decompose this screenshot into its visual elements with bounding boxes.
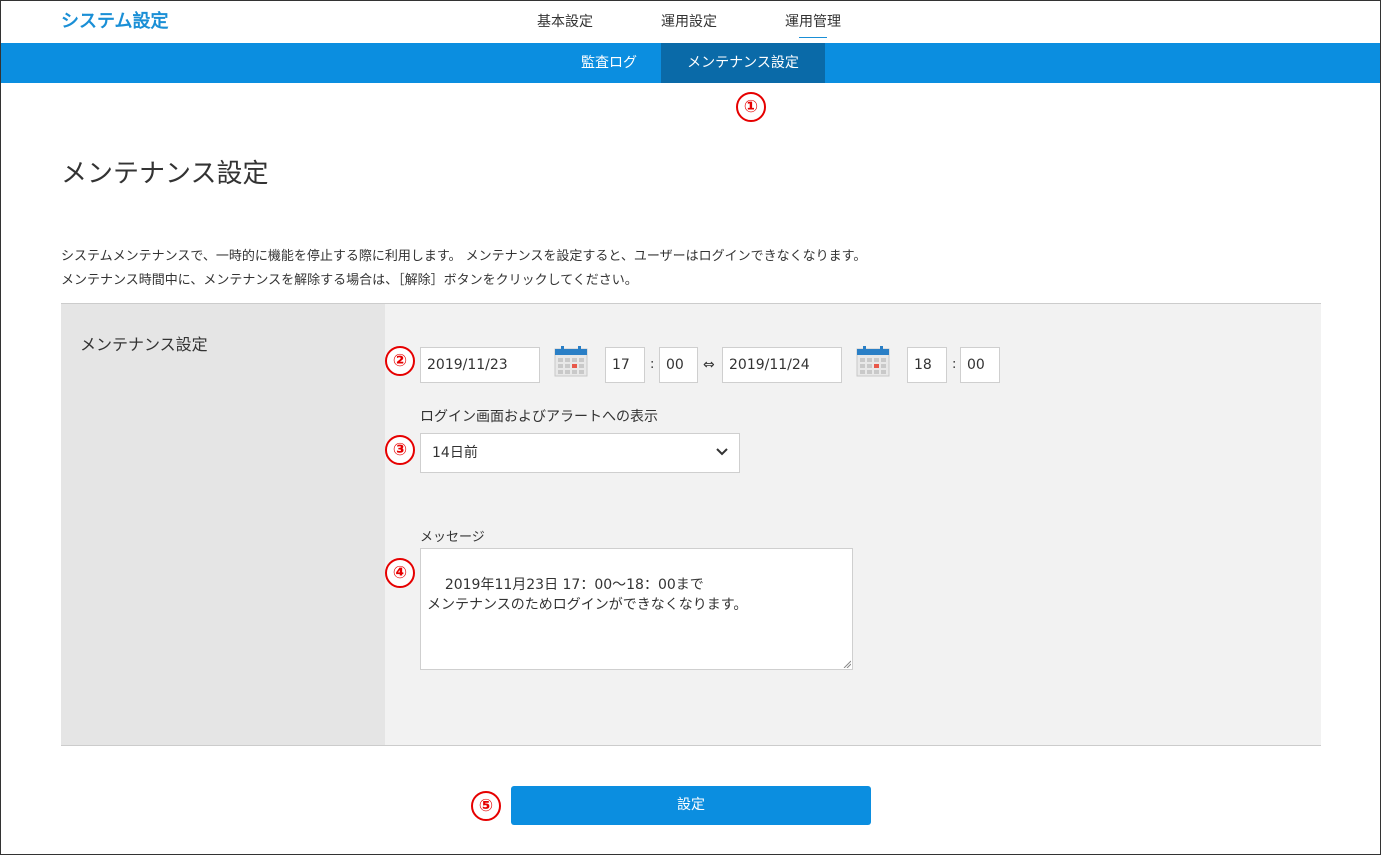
annotation-marker-2: ② — [385, 346, 415, 376]
nav-item-basic-settings[interactable]: 基本設定 — [537, 12, 593, 32]
time-colon: : — [952, 357, 957, 372]
display-timing-label: ログイン画面およびアラートへの表示 — [420, 409, 658, 425]
message-text: 2019年11月23日 17：00～18：00まで メンテナンスのためログインが… — [427, 577, 748, 613]
start-date-input[interactable]: 2019/11/23 — [420, 347, 540, 383]
page-title: メンテナンス設定 — [61, 159, 269, 189]
end-minute-input[interactable]: 00 — [960, 347, 1000, 383]
page-description-line-2: メンテナンス時間中に、メンテナンスを解除する場合は、［解除］ボタンをクリックして… — [61, 273, 638, 288]
nav-item-operation-settings[interactable]: 運用設定 — [661, 12, 717, 32]
page-description-line-1: システムメンテナンスで、一時的に機能を停止する際に利用します。 メンテナンスを設… — [61, 249, 867, 264]
chevron-down-icon — [716, 448, 728, 456]
sub-nav-bar: 監査ログ メンテナンス設定 — [0, 43, 1381, 83]
resize-grip-icon[interactable] — [843, 660, 851, 668]
display-timing-select[interactable]: 14日前 — [420, 433, 740, 473]
message-textarea[interactable]: 2019年11月23日 17：00～18：00まで メンテナンスのためログインが… — [420, 548, 853, 670]
calendar-icon[interactable] — [554, 345, 588, 377]
start-hour-input[interactable]: 17 — [605, 347, 645, 383]
calendar-icon[interactable] — [856, 345, 890, 377]
annotation-marker-5: ⑤ — [471, 791, 501, 821]
end-hour-input[interactable]: 18 — [907, 347, 947, 383]
annotation-marker-3: ③ — [385, 435, 415, 465]
display-timing-selected-value: 14日前 — [432, 445, 478, 461]
tab-maintenance-settings[interactable]: メンテナンス設定 — [661, 43, 825, 83]
nav-item-operation-management[interactable]: 運用管理 — [785, 12, 841, 38]
range-separator: ⇔ — [703, 357, 715, 373]
message-label: メッセージ — [420, 530, 485, 545]
annotation-marker-1: ① — [736, 92, 766, 122]
start-minute-input[interactable]: 00 — [659, 347, 698, 383]
submit-settings-button[interactable]: 設定 — [511, 786, 871, 825]
end-date-input[interactable]: 2019/11/24 — [722, 347, 842, 383]
app-title: システム設定 — [61, 11, 169, 32]
form-section-label-cell: メンテナンス設定 — [61, 304, 385, 745]
annotation-marker-4: ④ — [385, 558, 415, 588]
tab-audit-log[interactable]: 監査ログ — [557, 43, 661, 83]
time-colon: : — [650, 357, 655, 372]
form-section-label: メンテナンス設定 — [80, 335, 208, 354]
maintenance-form-panel: メンテナンス設定 ② 2019/11/23 17 : 00 ⇔ 2019/11/… — [61, 303, 1321, 746]
top-header: システム設定 基本設定 運用設定 運用管理 — [0, 0, 1381, 43]
